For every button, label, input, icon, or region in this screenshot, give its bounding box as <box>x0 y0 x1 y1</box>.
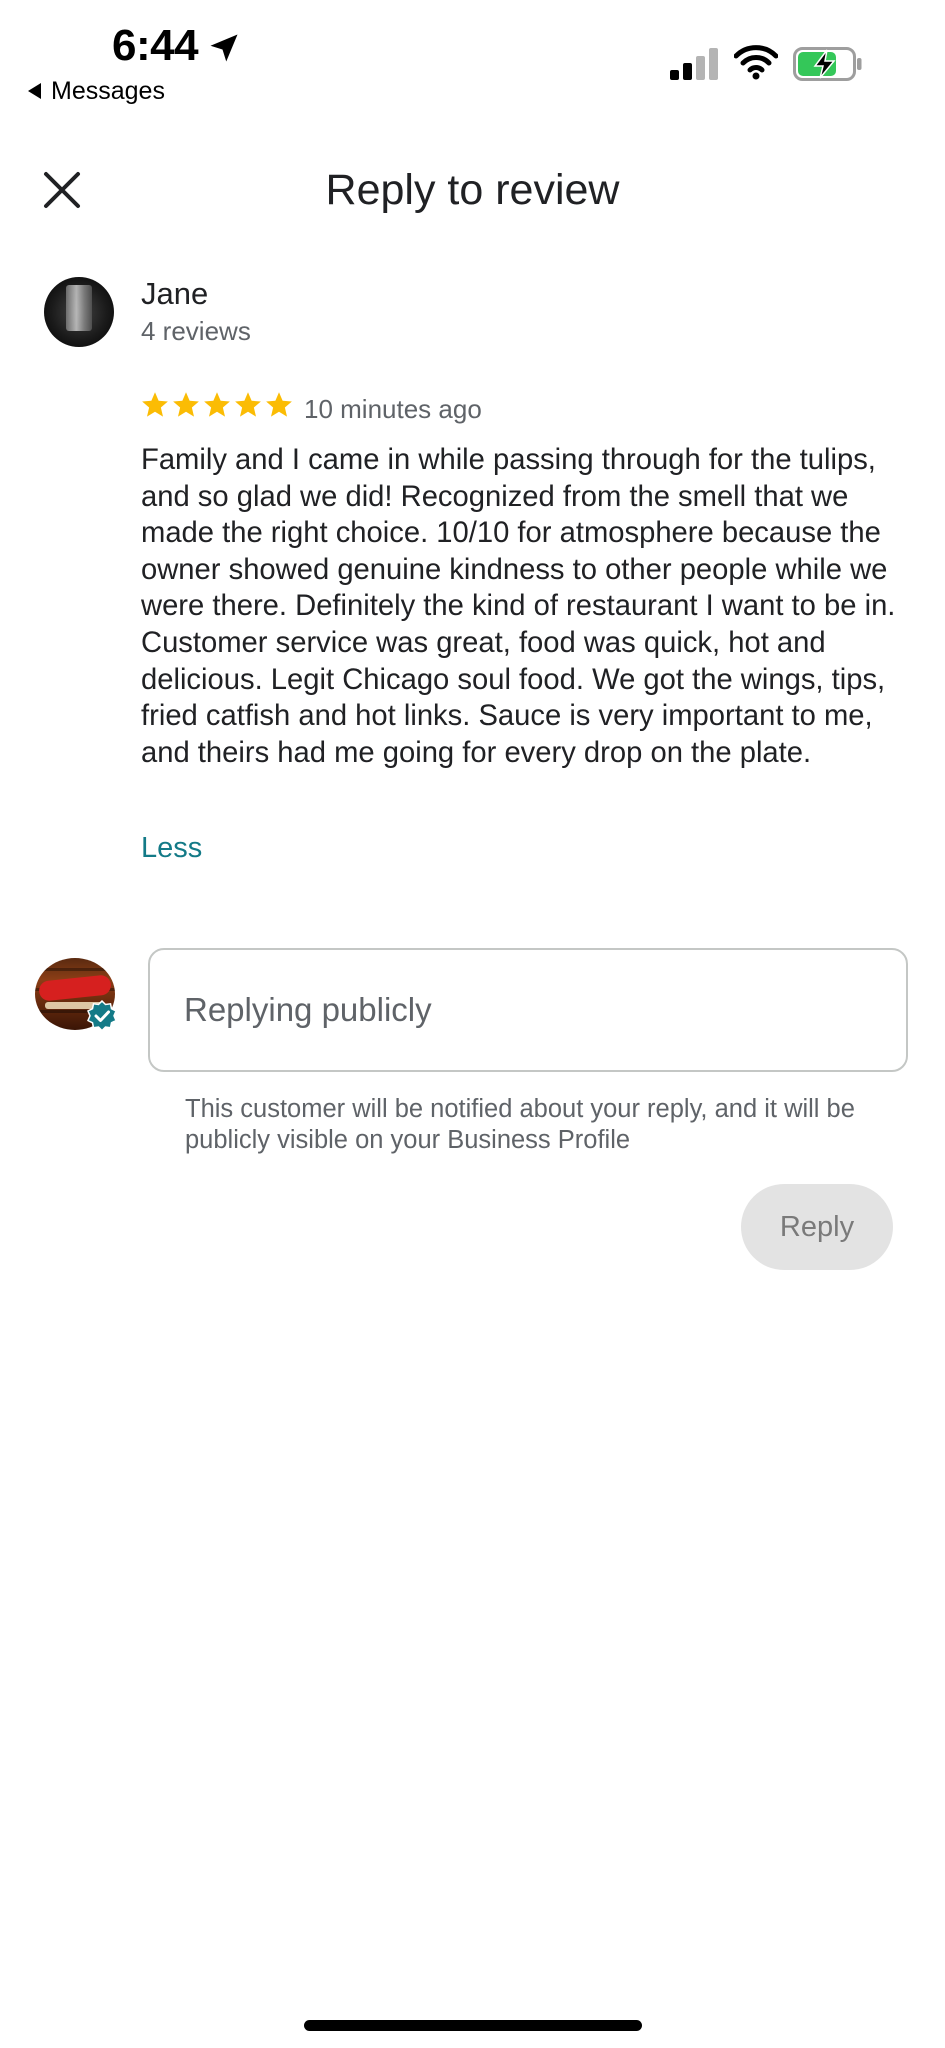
star-icon <box>266 392 292 417</box>
back-app-label: Messages <box>51 77 165 105</box>
home-indicator[interactable] <box>304 2020 642 2031</box>
star-icon <box>142 392 168 417</box>
review-text: Family and I came in while passing throu… <box>141 444 896 769</box>
reply-input[interactable] <box>148 948 908 1072</box>
star-icon <box>235 392 261 417</box>
verified-badge-icon <box>87 1000 117 1032</box>
back-to-app-link[interactable]: Messages <box>28 76 165 106</box>
review-time: 10 minutes ago <box>304 394 482 424</box>
reply-button[interactable]: Reply <box>741 1184 893 1270</box>
page-title: Reply to review <box>325 166 620 214</box>
back-triangle-icon <box>28 83 41 99</box>
wifi-icon <box>734 45 778 80</box>
show-less-link[interactable]: Less <box>141 830 202 866</box>
status-time: 6:44 <box>112 21 199 70</box>
star-icon <box>173 392 199 417</box>
location-arrow-icon <box>210 34 238 62</box>
reply-visibility-notice: This customer will be notified about you… <box>185 1095 855 1154</box>
reviewer-review-count: 4 reviews <box>141 316 251 346</box>
reviewer-name: Jane <box>141 276 209 311</box>
cellular-signal-icon <box>670 48 718 80</box>
star-rating <box>140 390 295 426</box>
reviewer-avatar <box>44 277 114 347</box>
battery-charging-icon <box>793 47 862 81</box>
star-icon <box>204 392 230 417</box>
